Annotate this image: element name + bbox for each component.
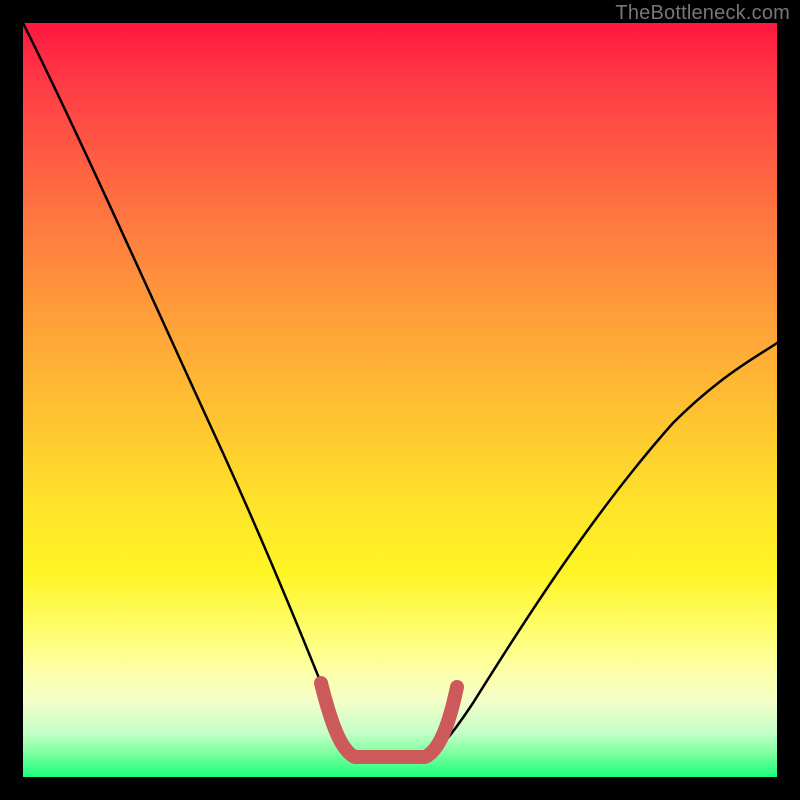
chart-frame: TheBottleneck.com (0, 0, 800, 800)
chart-svg (23, 23, 777, 777)
chart-plot-area (23, 23, 777, 777)
plateau-highlight-path (321, 683, 457, 757)
bottleneck-curve-path (23, 23, 777, 758)
watermark-text: TheBottleneck.com (615, 2, 790, 25)
